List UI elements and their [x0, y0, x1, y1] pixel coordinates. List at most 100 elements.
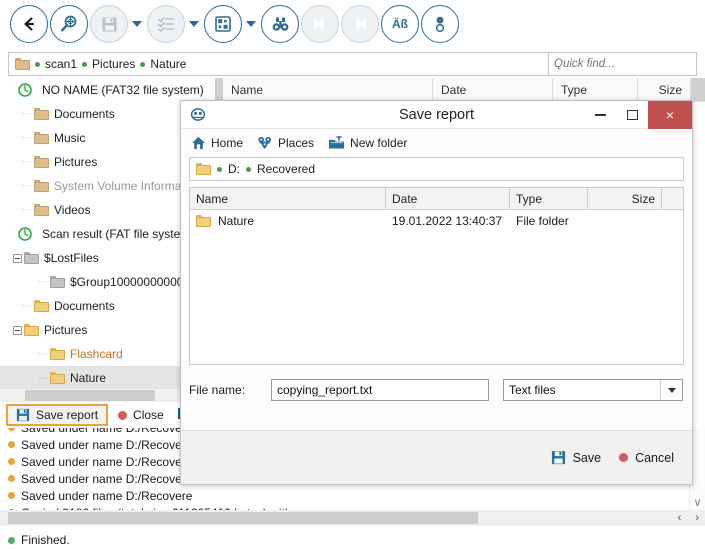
list-dropdown-caret[interactable] [187, 5, 200, 43]
status-dot-warn [8, 475, 15, 482]
path-sep-dot [217, 166, 222, 172]
log-text: Saved under name D:/Recovere [21, 437, 193, 452]
view-dropdown-caret[interactable] [244, 5, 257, 43]
home-button[interactable]: Home [191, 136, 243, 150]
status-text: Finished. [21, 533, 70, 547]
view-button[interactable] [204, 5, 242, 43]
search-input[interactable] [549, 54, 705, 74]
path-item-recovered[interactable]: Recovered [257, 162, 315, 176]
column-header-name[interactable]: Name [223, 78, 433, 101]
dialog-column-header-name[interactable]: Name [190, 188, 386, 210]
folder-icon [34, 156, 49, 168]
folder-yellow-icon [24, 324, 39, 336]
back-button[interactable] [10, 5, 48, 43]
tree-item-label: Pictures [54, 155, 98, 169]
tree-item-no-name[interactable]: NO NAME (FAT32 file system) [0, 78, 215, 102]
breadcrumb-item-scan1[interactable]: scan1 [45, 57, 77, 71]
breadcrumb-item-nature[interactable]: Nature [150, 57, 186, 71]
step-forward-icon [356, 17, 366, 31]
save-dropdown-caret[interactable] [130, 5, 143, 43]
breadcrumb-sep-dot [140, 61, 146, 67]
dialog-cancel-button[interactable]: Cancel [619, 451, 674, 465]
table-row[interactable]: Nature 19.01.2022 13:40:37 File folder [190, 210, 683, 232]
places-label: Places [278, 136, 315, 150]
tree-item-label: Documents [54, 107, 115, 121]
splitter-grip[interactable] [215, 78, 223, 100]
main-toolbar: Äß [0, 0, 705, 48]
tree-expander-collapse[interactable] [10, 253, 24, 263]
close-button[interactable]: Close [108, 408, 174, 422]
breadcrumb-sep-dot [35, 61, 40, 67]
path-item-drive[interactable]: D: [228, 162, 240, 176]
dialog-cancel-label: Cancel [635, 450, 674, 465]
dialog-save-label: Save [572, 450, 602, 465]
scrollbar-thumb[interactable] [8, 512, 478, 524]
log-horizontal-scrollbar[interactable]: ‹ › [0, 510, 705, 526]
file-type-select[interactable]: Text files [503, 379, 683, 401]
arrow-left-icon [24, 17, 35, 31]
folder-icon [34, 132, 49, 144]
dialog-column-header-type[interactable]: Type [510, 188, 588, 210]
tree-item-label: Documents [54, 299, 115, 313]
home-icon [192, 137, 205, 149]
path-sep-dot [246, 166, 251, 172]
places-icon [258, 137, 272, 149]
dialog-column-header-size[interactable]: Size [588, 188, 662, 210]
find-button[interactable] [261, 5, 299, 43]
list-button[interactable] [147, 5, 185, 43]
log-text: Saved under name D:/Recovere [21, 471, 193, 486]
dialog-title-bar[interactable]: Save report × [181, 100, 692, 129]
file-name-input[interactable]: copying_report.txt [271, 379, 489, 401]
folder-yellow-icon [196, 215, 211, 227]
tree-item-label: Videos [54, 203, 91, 217]
encoding-button[interactable]: Äß [381, 5, 419, 43]
person-icon [435, 16, 445, 33]
chevron-right-icon[interactable]: › [695, 512, 699, 524]
user-button[interactable] [421, 5, 459, 43]
tree-expander-collapse[interactable] [10, 325, 24, 335]
file-list-header: Name Date Type Size [223, 78, 705, 102]
dialog-path-breadcrumb[interactable]: D: Recovered [189, 157, 684, 181]
ab-encoding-icon: Äß [392, 17, 408, 31]
close-label: Close [133, 408, 164, 422]
breadcrumb[interactable]: scan1 Pictures Nature [8, 52, 549, 76]
log-item: Saved under name D:/Recovere [0, 487, 705, 504]
step-back-icon [314, 17, 324, 31]
save-report-button[interactable]: Save report [6, 404, 109, 426]
tree-connector: ⋯ [22, 132, 32, 144]
scrollbar-thumb[interactable] [25, 390, 155, 401]
dialog-filename-row: File name: copying_report.txt Text files [181, 373, 692, 407]
dialog-column-header-date[interactable]: Date [386, 188, 510, 210]
dialog-footer: Save Cancel [181, 430, 692, 484]
application-window: Äß scan1 Pictures Nature Quick find... N… [0, 0, 705, 560]
tree-item-label: System Volume Information [54, 179, 201, 193]
chevron-down-icon[interactable] [660, 380, 682, 400]
next-button[interactable] [341, 5, 379, 43]
tree-item-label: Flashcard [70, 347, 123, 361]
tree-item-label: Nature [70, 371, 107, 385]
dialog-header-filler [662, 188, 683, 210]
column-header-date[interactable]: Date [433, 78, 553, 101]
column-header-type[interactable]: Type [553, 78, 638, 101]
dialog-save-button[interactable]: Save [551, 450, 602, 465]
chevron-down-icon[interactable]: ∨ [693, 496, 701, 510]
quick-find [549, 52, 705, 76]
chevron-left-icon[interactable]: ‹ [678, 512, 682, 524]
floppy-save-icon [102, 17, 116, 31]
scan-button[interactable] [50, 5, 88, 43]
new-folder-button[interactable]: New folder [328, 136, 407, 150]
prev-button[interactable] [301, 5, 339, 43]
column-header-size[interactable]: Size [638, 78, 691, 101]
row-name: Nature [218, 214, 255, 228]
log-text: Saved under name D:/Recovere [21, 428, 192, 435]
red-dot-icon [118, 410, 128, 420]
status-dot-warn [8, 441, 15, 448]
breadcrumb-item-pictures[interactable]: Pictures [92, 57, 135, 71]
scroll-arrows: ‹ › [678, 510, 699, 526]
dialog-file-list[interactable]: Name Date Type Size Nature 19.01.2022 13… [189, 187, 684, 365]
log-text: Saved under name D:/Recovere [21, 454, 193, 469]
save-button[interactable] [90, 5, 128, 43]
tree-connector: ⋯ [22, 180, 32, 192]
places-button[interactable]: Places [257, 136, 314, 150]
tree-item-label: Music [54, 131, 86, 145]
